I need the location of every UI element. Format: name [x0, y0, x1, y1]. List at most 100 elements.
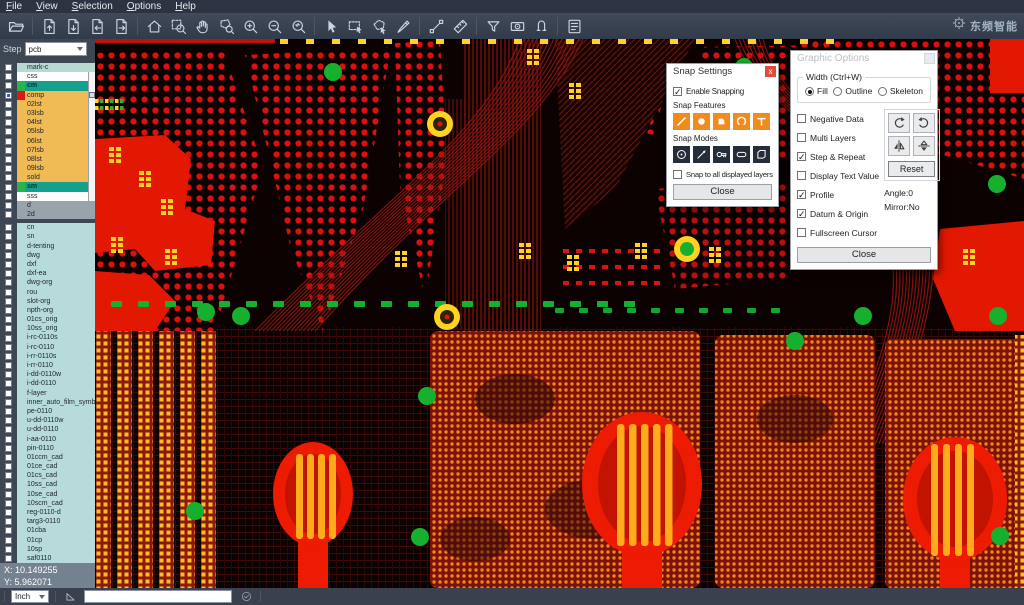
close-icon[interactable]: x [765, 66, 776, 77]
layer-row-dxf-ea[interactable]: dxf-ea [0, 269, 95, 278]
layer-visibility-checkbox[interactable] [5, 408, 12, 415]
layer-visibility-checkbox[interactable] [5, 119, 12, 126]
layer-visibility-checkbox[interactable] [5, 509, 12, 516]
menu-item-help[interactable]: Help [175, 0, 196, 13]
mode-contour-icon[interactable] [753, 146, 770, 163]
checkbox-icon[interactable] [797, 114, 806, 123]
snap-text-icon[interactable] [753, 113, 770, 130]
menu-item-selection[interactable]: Selection [72, 0, 113, 13]
layer-row-sm[interactable]: sm [0, 182, 95, 191]
layer-row-05lsb[interactable]: 05lsb [0, 127, 95, 136]
width-radio-fill[interactable]: Fill [805, 86, 828, 96]
layer-row-mark-c[interactable]: mark-c [0, 63, 95, 72]
zoom-polygon-icon[interactable] [214, 15, 238, 37]
snap-pad-icon[interactable] [693, 113, 710, 130]
layer-row-reg-0110-d[interactable]: reg-0110-d [0, 508, 95, 517]
layer-row-sn[interactable]: sn [0, 232, 95, 241]
layer-row-04lst[interactable]: 04lst [0, 118, 95, 127]
checkbox-icon[interactable]: ✓ [797, 190, 806, 199]
zoom-out-icon[interactable] [262, 15, 286, 37]
layer-visibility-checkbox[interactable] [5, 555, 12, 562]
eye-preview-icon[interactable] [505, 15, 529, 37]
layer-row-d-tenting[interactable]: d-tenting [0, 242, 95, 251]
layer-row-10ss_orig[interactable]: 10ss_orig [0, 324, 95, 333]
width-radio-skeleton[interactable]: Skeleton [878, 86, 923, 96]
layer-row-saf0110[interactable]: saf0110 [0, 554, 95, 563]
layer-row-03lsb[interactable]: 03lsb [0, 109, 95, 118]
layer-row-i-rc-0110s[interactable]: i-rc-0110s [0, 333, 95, 342]
layer-row-i-rr-0110s[interactable]: i-rr-0110s [0, 352, 95, 361]
layer-visibility-checkbox[interactable] [5, 289, 12, 296]
layer-visibility-checkbox[interactable] [5, 537, 12, 544]
layer-visibility-checkbox[interactable] [5, 344, 12, 351]
option-row-step-repeat[interactable]: ✓Step & Repeat [797, 147, 879, 166]
layer-visibility-checkbox[interactable] [5, 316, 12, 323]
layer-row-06lst[interactable]: 06lst [0, 137, 95, 146]
layer-row-sold[interactable]: sold [0, 173, 95, 182]
open-folder-icon[interactable] [4, 15, 28, 37]
menu-item-view[interactable]: View [36, 0, 58, 13]
checkbox-icon[interactable] [797, 171, 806, 180]
page-upload-icon[interactable] [37, 15, 61, 37]
layer-visibility-checkbox[interactable] [5, 445, 12, 452]
snap-line-icon[interactable] [673, 113, 690, 130]
layer-row-10scm_cad[interactable]: 10scm_cad [0, 499, 95, 508]
layer-visibility-checkbox[interactable] [5, 73, 12, 80]
layer-visibility-checkbox[interactable] [5, 233, 12, 240]
layer-visibility-checkbox[interactable] [5, 380, 12, 387]
layer-visibility-checkbox[interactable] [5, 279, 12, 286]
rotate-ccw-icon[interactable] [913, 113, 935, 133]
zoom-region-icon[interactable] [166, 15, 190, 37]
mode-slot-icon[interactable] [733, 146, 750, 163]
home-icon[interactable] [142, 15, 166, 37]
layer-visibility-checkbox[interactable] [5, 252, 12, 259]
option-row-datum-origin[interactable]: ✓Datum & Origin [797, 204, 879, 223]
layer-visibility-checkbox[interactable] [5, 491, 12, 498]
pan-hand-icon[interactable] [190, 15, 214, 37]
layer-visibility-checkbox[interactable] [5, 527, 12, 534]
mode-point-line-icon[interactable] [693, 146, 710, 163]
layer-visibility-checkbox[interactable] [5, 261, 12, 268]
layer-row-pin-0110[interactable]: pin-0110 [0, 444, 95, 453]
mirror-vertical-icon[interactable] [913, 136, 935, 156]
layer-visibility-checkbox[interactable] [5, 500, 12, 507]
zoom-previous-icon[interactable] [286, 15, 310, 37]
checkbox-icon[interactable] [797, 133, 806, 142]
page-download-icon[interactable] [61, 15, 85, 37]
layer-visibility-checkbox[interactable] [5, 138, 12, 145]
mirror-horizontal-icon[interactable] [888, 136, 910, 156]
layer-visibility-checkbox[interactable] [5, 417, 12, 424]
layer-visibility-checkbox[interactable] [5, 546, 12, 553]
layer-visibility-checkbox[interactable] [5, 426, 12, 433]
layer-row-cm[interactable]: cm [0, 81, 95, 90]
layer-visibility-checkbox[interactable] [5, 298, 12, 305]
layer-row-i-rc-0110[interactable]: i-rc-0110 [0, 343, 95, 352]
checkbox-icon[interactable]: ✓ [797, 209, 806, 218]
layer-row-css[interactable]: css [0, 72, 95, 81]
zoom-in-icon[interactable] [238, 15, 262, 37]
layer-row-01cs_orig[interactable]: 01cs_orig [0, 315, 95, 324]
unit-select[interactable]: Inch [11, 590, 49, 603]
layer-row-01cp[interactable]: 01cp [0, 536, 95, 545]
layer-row-f-layer[interactable]: f-layer [0, 389, 95, 398]
checkbox-icon[interactable] [797, 228, 806, 237]
layer-visibility-checkbox[interactable] [5, 101, 12, 108]
layer-visibility-checkbox[interactable] [5, 92, 12, 99]
filter-funnel-icon[interactable] [481, 15, 505, 37]
radio-icon[interactable] [805, 87, 814, 96]
page-import-icon[interactable] [85, 15, 109, 37]
select-rect-icon[interactable] [343, 15, 367, 37]
layer-visibility-checkbox[interactable] [5, 224, 12, 231]
layer-row-01ce_cad[interactable]: 01ce_cad [0, 462, 95, 471]
layer-visibility-checkbox[interactable] [5, 174, 12, 181]
layer-visibility-checkbox[interactable] [5, 202, 12, 209]
layer-row-10ss_cad[interactable]: 10ss_cad [0, 480, 95, 489]
layer-row-i-aa-0110[interactable]: i-aa-0110 [0, 435, 95, 444]
snap-all-layers-checkbox[interactable] [673, 170, 682, 179]
select-arrow-icon[interactable] [319, 15, 343, 37]
snap-arc-icon[interactable] [733, 113, 750, 130]
option-row-display-text-value[interactable]: Display Text Value [797, 166, 879, 185]
layer-row-i-dd-0110[interactable]: i-dd-0110 [0, 379, 95, 388]
reset-button[interactable]: Reset [888, 161, 935, 177]
layer-row-08lst[interactable]: 08lst [0, 155, 95, 164]
